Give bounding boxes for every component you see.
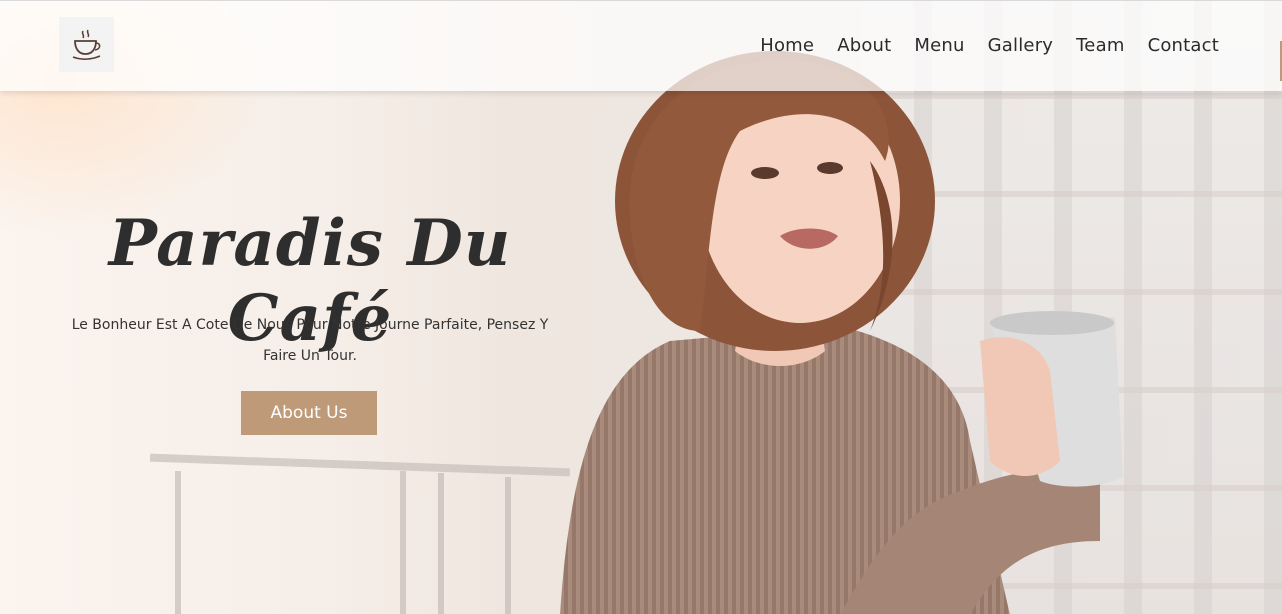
- logo[interactable]: [59, 17, 114, 72]
- railing-post: [175, 471, 181, 614]
- railing-post: [400, 471, 406, 614]
- nav-contact[interactable]: Contact: [1148, 35, 1219, 56]
- railing-post: [438, 473, 444, 614]
- page: Home About Menu Gallery Team Contact Par…: [0, 0, 1282, 614]
- balcony-railing: [149, 453, 571, 477]
- railing-post: [505, 477, 511, 614]
- about-us-button[interactable]: About Us: [241, 391, 377, 435]
- hero-subtitle: Le Bonheur Est A Cote De Nous Pour Notre…: [71, 317, 549, 364]
- main-nav: Home About Menu Gallery Team Contact: [760, 35, 1219, 56]
- nav-team[interactable]: Team: [1076, 35, 1124, 56]
- site-header: Home About Menu Gallery Team Contact: [0, 1, 1282, 91]
- nav-menu[interactable]: Menu: [914, 35, 964, 56]
- coffee-cup-icon: [72, 29, 100, 60]
- nav-gallery[interactable]: Gallery: [988, 35, 1054, 56]
- nav-about[interactable]: About: [837, 35, 891, 56]
- hero-woman-image: [560, 51, 1123, 614]
- nav-home[interactable]: Home: [760, 35, 814, 56]
